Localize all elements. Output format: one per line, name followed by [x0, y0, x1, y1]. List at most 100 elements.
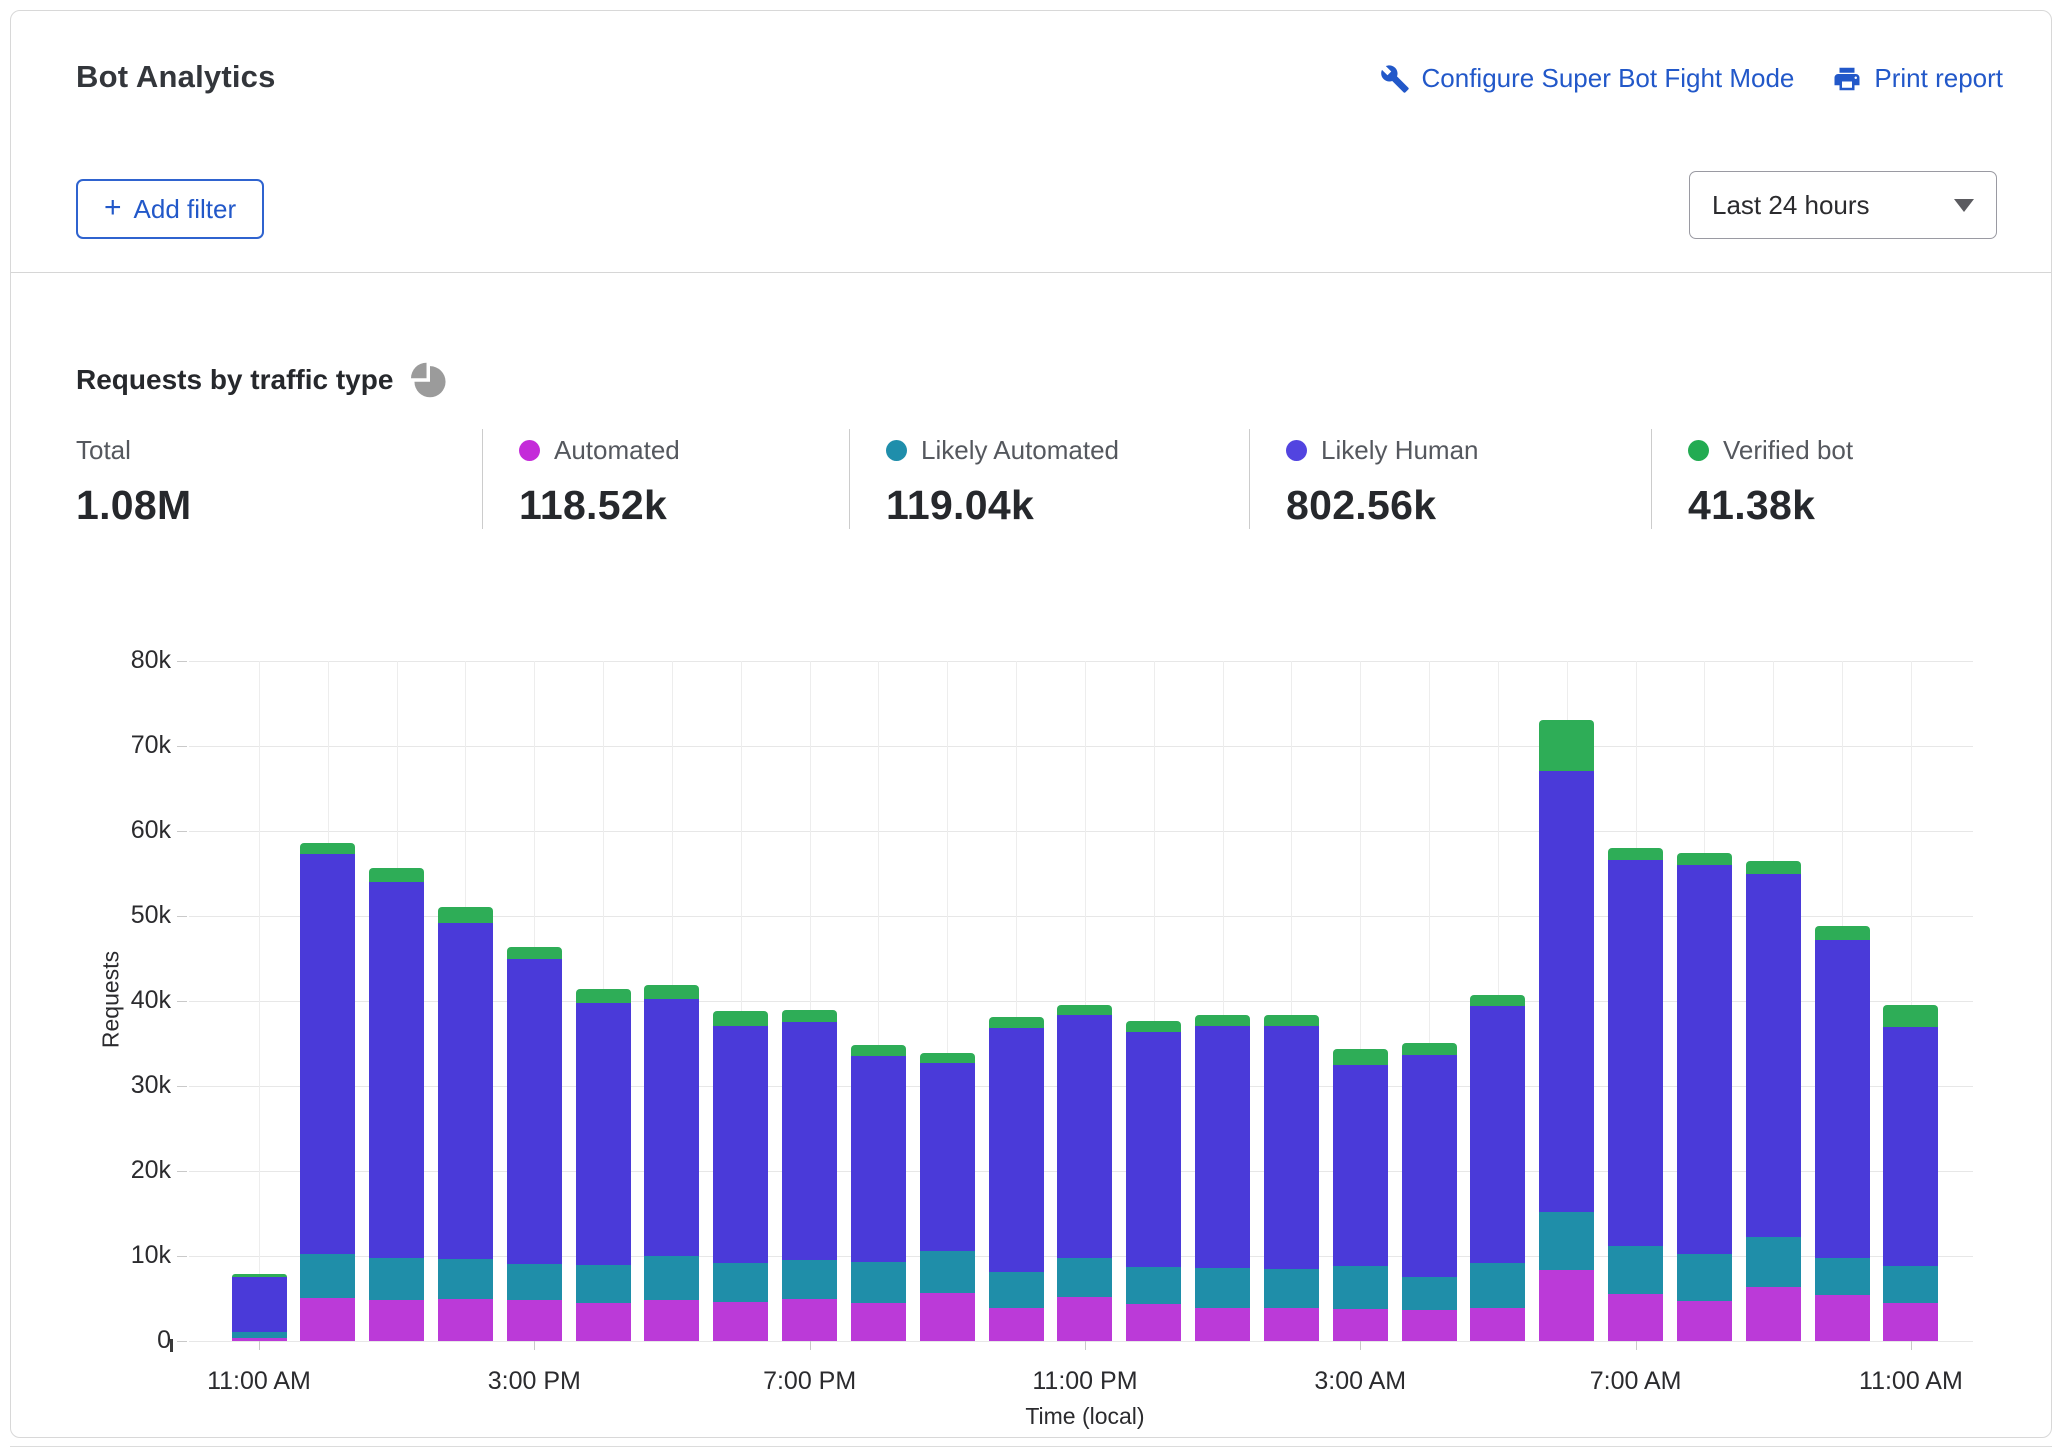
bar-segment-automated[interactable] [1333, 1309, 1388, 1341]
bar-segment-likely-human[interactable] [438, 923, 493, 1259]
bar-segment-likely-automated[interactable] [1677, 1254, 1732, 1301]
bar-column[interactable] [1815, 926, 1870, 1341]
bar-segment-likely-human[interactable] [1264, 1026, 1319, 1268]
bar-segment-automated[interactable] [713, 1302, 768, 1341]
bar-segment-likely-human[interactable] [1746, 874, 1801, 1238]
bar-segment-verified-bot[interactable] [782, 1010, 837, 1023]
bar-segment-verified-bot[interactable] [920, 1053, 975, 1063]
bar-segment-automated[interactable] [782, 1299, 837, 1341]
bar-column[interactable] [782, 1010, 837, 1342]
bar-column[interactable] [1333, 1049, 1388, 1341]
bar-segment-likely-human[interactable] [713, 1026, 768, 1263]
bar-column[interactable] [1057, 1005, 1112, 1341]
bar-segment-likely-human[interactable] [1402, 1055, 1457, 1278]
bar-segment-likely-automated[interactable] [300, 1254, 355, 1298]
bar-segment-likely-human[interactable] [1057, 1015, 1112, 1257]
bar-segment-likely-automated[interactable] [644, 1256, 699, 1300]
bar-segment-likely-automated[interactable] [507, 1264, 562, 1301]
print-report-link[interactable]: Print report [1832, 63, 2003, 94]
bar-segment-likely-automated[interactable] [1746, 1237, 1801, 1287]
bar-segment-likely-automated[interactable] [1402, 1277, 1457, 1310]
bar-segment-verified-bot[interactable] [713, 1011, 768, 1025]
bar-segment-verified-bot[interactable] [644, 985, 699, 999]
bar-segment-automated[interactable] [1883, 1303, 1938, 1341]
bar-segment-verified-bot[interactable] [1264, 1015, 1319, 1027]
bar-segment-automated[interactable] [1126, 1304, 1181, 1341]
bar-column[interactable] [1126, 1021, 1181, 1341]
bar-segment-verified-bot[interactable] [1815, 926, 1870, 940]
bar-segment-likely-human[interactable] [1333, 1065, 1388, 1266]
bar-segment-likely-automated[interactable] [920, 1251, 975, 1293]
bar-segment-automated[interactable] [507, 1300, 562, 1341]
bar-segment-automated[interactable] [644, 1300, 699, 1341]
bar-column[interactable] [438, 907, 493, 1341]
stat-likely-automated[interactable]: Likely Automated 119.04k [849, 429, 1249, 529]
stat-verified-bot[interactable]: Verified bot 41.38k [1651, 429, 2011, 529]
bar-segment-likely-automated[interactable] [782, 1260, 837, 1299]
bar-segment-likely-human[interactable] [1126, 1032, 1181, 1267]
bar-segment-likely-human[interactable] [232, 1277, 287, 1332]
bar-segment-automated[interactable] [1539, 1270, 1594, 1341]
bar-segment-likely-human[interactable] [1195, 1026, 1250, 1268]
bar-segment-likely-automated[interactable] [1057, 1258, 1112, 1297]
bar-column[interactable] [1677, 853, 1732, 1341]
bar-segment-verified-bot[interactable] [1608, 848, 1663, 860]
bar-segment-automated[interactable] [1746, 1287, 1801, 1341]
bar-column[interactable] [1195, 1015, 1250, 1341]
bar-segment-verified-bot[interactable] [300, 843, 355, 854]
bar-segment-likely-automated[interactable] [713, 1263, 768, 1302]
stat-automated[interactable]: Automated 118.52k [482, 429, 849, 529]
bar-column[interactable] [369, 868, 424, 1341]
bar-segment-likely-human[interactable] [644, 999, 699, 1256]
add-filter-button[interactable]: + Add filter [76, 179, 264, 239]
bar-segment-verified-bot[interactable] [1057, 1005, 1112, 1015]
bar-segment-likely-automated[interactable] [989, 1272, 1044, 1308]
bar-segment-verified-bot[interactable] [369, 868, 424, 882]
bar-segment-automated[interactable] [920, 1293, 975, 1341]
bar-segment-automated[interactable] [1402, 1310, 1457, 1341]
bar-segment-automated[interactable] [1264, 1308, 1319, 1341]
bar-segment-verified-bot[interactable] [438, 907, 493, 923]
bar-column[interactable] [713, 1011, 768, 1341]
bar-segment-automated[interactable] [1608, 1294, 1663, 1341]
bar-column[interactable] [1402, 1043, 1457, 1341]
bar-column[interactable] [1608, 848, 1663, 1341]
bar-segment-verified-bot[interactable] [1126, 1021, 1181, 1032]
bar-segment-likely-automated[interactable] [1264, 1269, 1319, 1308]
bar-segment-automated[interactable] [1057, 1297, 1112, 1341]
bar-segment-likely-human[interactable] [1470, 1006, 1525, 1263]
bar-segment-likely-automated[interactable] [1539, 1212, 1594, 1271]
bar-segment-likely-automated[interactable] [1333, 1266, 1388, 1308]
bar-column[interactable] [576, 989, 631, 1341]
bar-segment-verified-bot[interactable] [1333, 1049, 1388, 1065]
bar-segment-verified-bot[interactable] [1746, 861, 1801, 874]
bar-segment-verified-bot[interactable] [1470, 995, 1525, 1006]
bar-segment-likely-human[interactable] [782, 1022, 837, 1260]
bar-segment-likely-human[interactable] [1883, 1027, 1938, 1267]
bar-segment-automated[interactable] [1470, 1308, 1525, 1341]
bar-segment-verified-bot[interactable] [1402, 1043, 1457, 1055]
bar-column[interactable] [1264, 1015, 1319, 1341]
bar-column[interactable] [300, 843, 355, 1341]
bar-column[interactable] [232, 1274, 287, 1341]
bar-column[interactable] [1746, 861, 1801, 1341]
bar-segment-verified-bot[interactable] [1539, 720, 1594, 771]
bar-segment-likely-automated[interactable] [438, 1259, 493, 1300]
bar-segment-likely-automated[interactable] [1470, 1263, 1525, 1308]
stat-likely-human[interactable]: Likely Human 802.56k [1249, 429, 1651, 529]
time-range-dropdown[interactable]: Last 24 hours [1689, 171, 1997, 239]
bar-segment-verified-bot[interactable] [1195, 1015, 1250, 1025]
bar-column[interactable] [644, 985, 699, 1341]
bar-segment-likely-automated[interactable] [576, 1265, 631, 1302]
bar-segment-likely-human[interactable] [300, 854, 355, 1254]
bar-column[interactable] [851, 1045, 906, 1341]
bar-segment-likely-human[interactable] [576, 1003, 631, 1266]
bar-segment-automated[interactable] [851, 1303, 906, 1341]
bar-segment-automated[interactable] [1195, 1308, 1250, 1341]
bar-segment-likely-human[interactable] [1539, 771, 1594, 1212]
bar-segment-automated[interactable] [1677, 1301, 1732, 1341]
bar-segment-automated[interactable] [989, 1308, 1044, 1341]
bar-segment-likely-human[interactable] [920, 1063, 975, 1251]
bar-segment-verified-bot[interactable] [1677, 853, 1732, 865]
bar-column[interactable] [1470, 995, 1525, 1341]
